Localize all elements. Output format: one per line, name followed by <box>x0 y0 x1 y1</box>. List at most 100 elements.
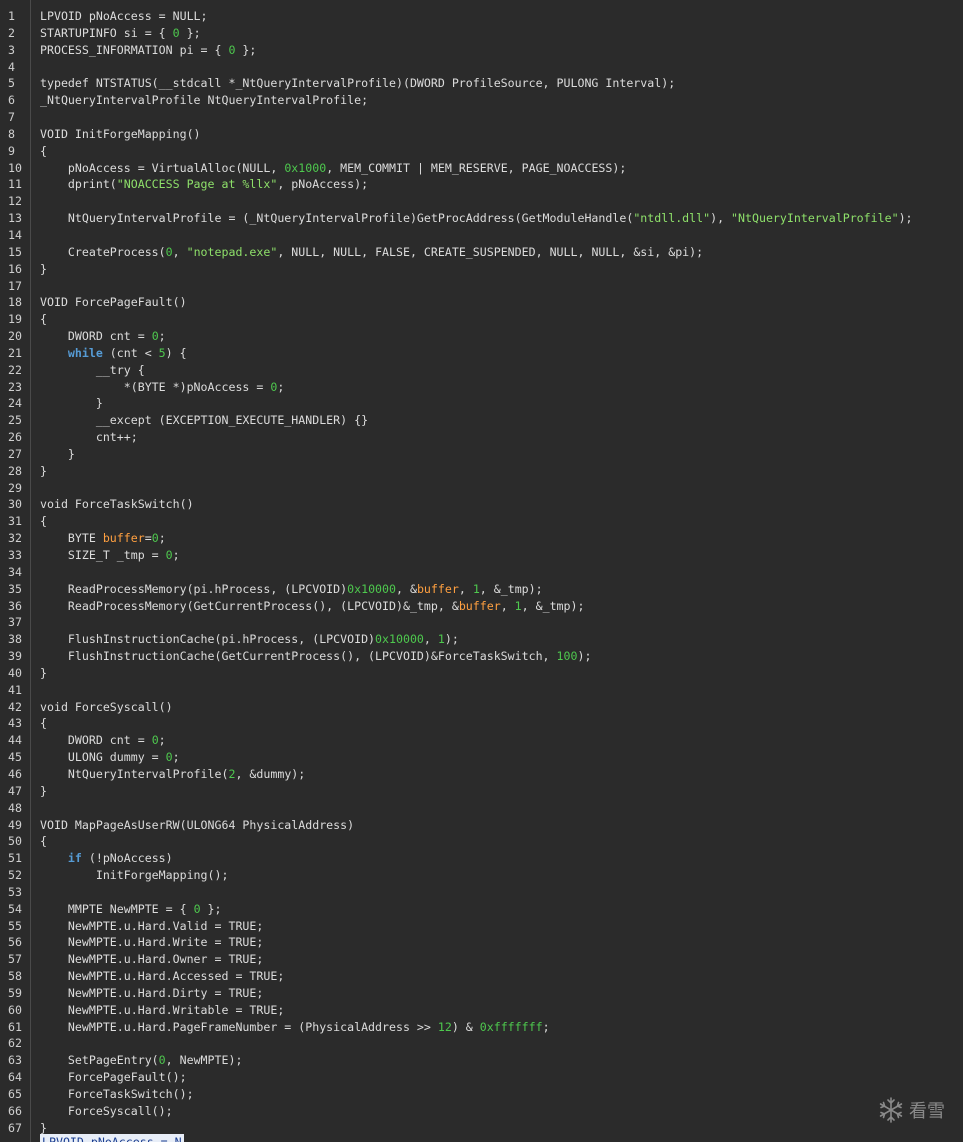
line-code: MMPTE NewMPTE = { 0 }; <box>40 901 222 918</box>
line-number: 49 <box>8 817 22 832</box>
code-token: (cnt < <box>102 345 159 360</box>
code-token: ; <box>542 1019 550 1034</box>
code-token: { <box>40 834 47 849</box>
code-token: "ntdll.dll" <box>633 211 711 226</box>
code-token: buffer <box>416 581 459 596</box>
line-code: NewMPTE.u.Hard.PageFrameNumber = (Physic… <box>40 1019 550 1036</box>
line-number: 34 <box>8 564 22 579</box>
line-code: __try { <box>40 362 145 379</box>
code-token: NewMPTE.u.Hard.Writable = TRUE; <box>40 1002 285 1017</box>
code-token: *(BYTE *)pNoAccess = <box>40 379 271 394</box>
line-number: 56 <box>8 935 22 950</box>
line-code: cnt++; <box>40 429 138 446</box>
code-token: 0 <box>158 1053 166 1068</box>
code-token: , pNoAccess); <box>277 177 369 192</box>
line-number: 64 <box>8 1070 22 1085</box>
code-token: 12 <box>437 1019 452 1034</box>
line-code: DWORD cnt = 0; <box>40 328 166 345</box>
code-token: ForceSyscall(); <box>40 1103 173 1118</box>
code-token: ); <box>444 632 459 647</box>
line-number: 26 <box>8 430 22 445</box>
code-token: 0 <box>165 548 173 562</box>
code-token: ReadProcessMemory(pi.hProcess, (LPCVOID) <box>40 581 348 596</box>
line-code: typedef NTSTATUS(__stdcall *_NtQueryInte… <box>40 75 675 92</box>
selected-text-line[interactable]: LPVOID pNoAccess = N <box>40 1134 184 1142</box>
code-token: LPVOID pNoAccess = NULL; <box>40 9 208 23</box>
line-code: VOID InitForgeMapping() <box>40 126 201 143</box>
code-token: NewMPTE.u.Hard.Write = TRUE; <box>40 935 264 950</box>
line-code: ReadProcessMemory(pi.hProcess, (LPCVOID)… <box>40 581 543 598</box>
code-token: }; <box>235 42 257 57</box>
code-token: buffer <box>458 598 501 613</box>
code-token: NewMPTE.u.Hard.Dirty = TRUE; <box>40 985 264 1000</box>
line-code: ReadProcessMemory(GetCurrentProcess(), (… <box>40 598 585 615</box>
line-number: 17 <box>8 278 22 293</box>
code-token: 0x10000 <box>347 581 396 596</box>
line-number: 57 <box>8 952 22 967</box>
line-number: 36 <box>8 598 22 613</box>
line-code: } <box>40 783 47 800</box>
line-number: 14 <box>8 227 22 242</box>
line-code: } <box>40 665 47 682</box>
line-number: 66 <box>8 1103 22 1118</box>
code-editor[interactable]: 1 LPVOID pNoAccess = NULL; 2 STARTUPINFO si… <box>0 0 963 1142</box>
line-number: 15 <box>8 244 22 259</box>
line-code: if (!pNoAccess) <box>40 850 173 867</box>
code-token: if <box>67 851 82 866</box>
line-number: 38 <box>8 632 22 647</box>
code-token: CreateProcess( <box>40 244 166 259</box>
line-code: BYTE buffer=0; <box>40 530 166 547</box>
line-number: 1 <box>8 9 15 23</box>
line-number: 29 <box>8 480 22 495</box>
line-code: *(BYTE *)pNoAccess = 0; <box>40 379 285 396</box>
code-token: 0 <box>151 531 159 546</box>
line-number: 31 <box>8 514 22 529</box>
code-token: MMPTE NewMPTE = { <box>40 901 194 916</box>
line-number: 54 <box>8 901 22 916</box>
code-token: = <box>144 531 152 546</box>
line-code: { <box>40 833 47 850</box>
line-code: ForceSyscall(); <box>40 1103 173 1120</box>
code-token: NtQueryIntervalProfile( <box>40 766 229 781</box>
code-token: cnt++; <box>40 430 138 445</box>
line-code: ForcePageFault(); <box>40 1069 187 1086</box>
line-number: 10 <box>8 160 22 175</box>
code-token: pNoAccess = VirtualAlloc(NULL, <box>40 160 285 175</box>
code-token: dprint( <box>40 177 117 192</box>
code-token: NewMPTE.u.Hard.PageFrameNumber = (Physic… <box>40 1019 438 1034</box>
line-code: ForceTaskSwitch(); <box>40 1086 194 1103</box>
code-token: , <box>423 632 438 647</box>
code-token: } <box>40 665 47 680</box>
line-number: 16 <box>8 261 22 276</box>
line-number: 37 <box>8 615 22 630</box>
code-token: FlushInstructionCache(pi.hProcess, (LPCV… <box>40 632 376 647</box>
line-number: 65 <box>8 1087 22 1101</box>
code-token: } <box>40 446 75 461</box>
line-code: SetPageEntry(0, NewMPTE); <box>40 1052 243 1069</box>
code-token: , <box>500 598 515 613</box>
code-token: , <box>172 244 187 259</box>
line-number: 35 <box>8 581 22 596</box>
gutter-divider <box>30 0 31 1142</box>
line-number: 5 <box>8 76 15 91</box>
line-code: NewMPTE.u.Hard.Writable = TRUE; <box>40 1002 284 1019</box>
line-number: 41 <box>8 682 22 697</box>
line-code: } <box>40 261 47 278</box>
line-number: 62 <box>8 1036 22 1051</box>
code-token: ; <box>172 750 180 765</box>
code-token: ) & <box>451 1019 480 1034</box>
line-code: NewMPTE.u.Hard.Valid = TRUE; <box>40 918 263 935</box>
line-number: 67 <box>8 1120 22 1135</box>
code-token: buffer <box>102 531 145 546</box>
code-token: NewMPTE.u.Hard.Valid = TRUE; <box>40 918 264 933</box>
code-token: __except (EXCEPTION_EXECUTE_HANDLER) {} <box>40 413 369 428</box>
code-token: DWORD cnt = <box>40 329 152 344</box>
code-token: ForcePageFault(); <box>40 1070 187 1085</box>
line-number: 23 <box>8 379 22 394</box>
line-number: 46 <box>8 766 22 781</box>
code-token: 0 <box>165 750 173 765</box>
code-token: SIZE_T _tmp = <box>40 548 166 562</box>
code-token: 1 <box>472 581 480 596</box>
line-number: 6 <box>8 93 15 108</box>
